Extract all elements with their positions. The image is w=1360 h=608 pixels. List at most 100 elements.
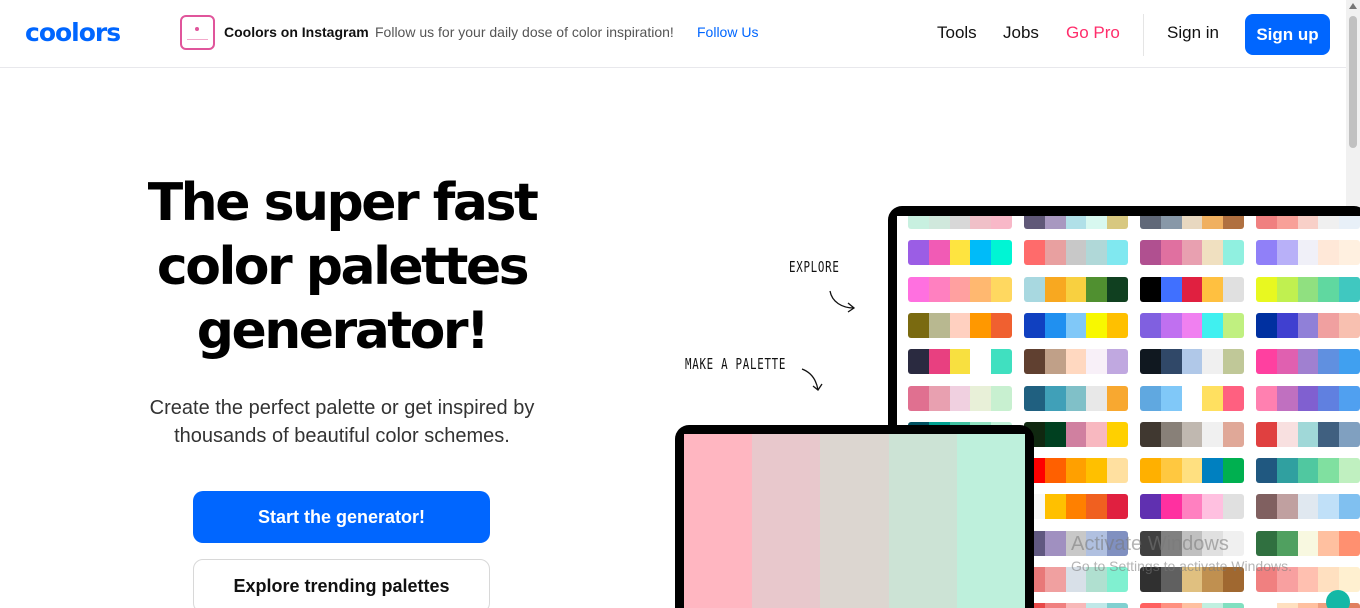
color-swatch: [991, 385, 1012, 411]
color-swatch: [1086, 494, 1108, 520]
color-swatch: [1256, 494, 1277, 520]
color-swatch: [970, 216, 992, 229]
palette-swatch-row: [1140, 494, 1244, 520]
color-swatch: [1140, 494, 1161, 520]
explore-palettes-button[interactable]: Explore trending palettes: [193, 559, 490, 608]
nav-divider: [1143, 14, 1144, 56]
color-swatch: [1318, 458, 1340, 484]
instagram-thumbnail-icon[interactable]: [180, 15, 215, 50]
color-swatch: [1223, 421, 1244, 447]
sign-in-link[interactable]: Sign in: [1167, 23, 1219, 43]
color-swatch: [1086, 603, 1108, 608]
palette-swatch-row: [1140, 385, 1244, 411]
color-swatch: [1339, 240, 1360, 266]
color-swatch: [1044, 421, 1066, 447]
color-swatch: [1297, 530, 1319, 556]
nav-jobs[interactable]: Jobs: [1003, 23, 1039, 43]
color-swatch: [1202, 603, 1224, 608]
color-swatch: [1065, 421, 1087, 447]
palette-swatch-row: [1024, 240, 1128, 266]
color-swatch: [1024, 240, 1045, 266]
color-swatch: [1160, 349, 1182, 375]
color-swatch: [1202, 349, 1224, 375]
palette-swatch-row: [1256, 530, 1360, 556]
color-swatch: [1297, 603, 1319, 608]
color-swatch: [908, 385, 929, 411]
color-swatch: [1044, 530, 1066, 556]
color-swatch: [1044, 494, 1066, 520]
color-swatch: [1065, 385, 1087, 411]
color-swatch: [1181, 458, 1203, 484]
top-navbar: coolors Coolors on Instagram Follow us f…: [0, 0, 1346, 68]
scroll-up-icon[interactable]: [1349, 3, 1357, 9]
color-swatch: [1256, 385, 1277, 411]
scrollbar-thumb[interactable]: [1349, 16, 1357, 148]
color-swatch: [1339, 312, 1360, 338]
color-swatch: [970, 385, 992, 411]
palette-device: [675, 425, 1034, 608]
color-swatch: [1297, 494, 1319, 520]
palette-swatch-row: [1024, 603, 1128, 608]
palette-swatch-row: [1024, 276, 1128, 302]
color-swatch: [991, 312, 1012, 338]
palette-swatch-row: [1140, 603, 1244, 608]
color-swatch: [991, 240, 1012, 266]
color-swatch: [1024, 385, 1045, 411]
color-swatch: [908, 312, 929, 338]
palette-swatch-row: [908, 216, 1012, 229]
color-swatch: [1024, 349, 1045, 375]
explore-arrow-icon: [829, 290, 856, 313]
color-swatch: [1160, 458, 1182, 484]
color-swatch: [949, 276, 971, 302]
color-swatch: [1256, 216, 1277, 229]
sign-up-button[interactable]: Sign up: [1245, 14, 1330, 55]
nav-tools[interactable]: Tools: [937, 23, 977, 43]
color-swatch: [1276, 216, 1298, 229]
color-swatch: [1256, 421, 1277, 447]
color-swatch: [1024, 276, 1045, 302]
color-swatch: [1140, 421, 1161, 447]
color-swatch: [1181, 312, 1203, 338]
color-swatch: [949, 312, 971, 338]
palette-swatch-row: [1256, 421, 1360, 447]
coolors-logo[interactable]: coolors: [25, 18, 121, 47]
color-swatch: [991, 276, 1012, 302]
palette-swatch-row: [1140, 349, 1244, 375]
color-swatch: [1318, 494, 1340, 520]
palette-swatch-row: [1256, 276, 1360, 302]
color-swatch: [1202, 276, 1224, 302]
color-swatch: [1181, 276, 1203, 302]
color-swatch: [1181, 240, 1203, 266]
palette-swatch-row: [1140, 312, 1244, 338]
color-swatch: [1339, 385, 1360, 411]
color-swatch: [1256, 603, 1277, 608]
color-swatch: [1086, 312, 1108, 338]
follow-us-link[interactable]: Follow Us: [697, 24, 758, 40]
color-swatch: [1140, 276, 1161, 302]
palette-swatch-row: [1024, 216, 1128, 229]
color-swatch: [1256, 276, 1277, 302]
color-swatch: [1044, 349, 1066, 375]
nav-go-pro[interactable]: Go Pro: [1066, 23, 1120, 43]
color-swatch: [1086, 385, 1108, 411]
palette-swatch-row: [1024, 349, 1128, 375]
make-palette-annotation: MAKE A PALETTE: [685, 355, 787, 373]
color-swatch: [1318, 349, 1340, 375]
color-swatch: [1297, 421, 1319, 447]
color-swatch: [1181, 385, 1203, 411]
color-swatch: [1065, 276, 1087, 302]
chat-widget-button[interactable]: [1326, 590, 1350, 608]
color-swatch: [1256, 349, 1277, 375]
color-swatch: [1256, 240, 1277, 266]
color-swatch: [1107, 349, 1128, 375]
color-swatch: [949, 349, 971, 375]
color-swatch: [928, 385, 950, 411]
palette-swatch-row: [1256, 240, 1360, 266]
palette-swatch-row: [908, 240, 1012, 266]
color-swatch: [1256, 530, 1277, 556]
color-swatch: [1140, 312, 1161, 338]
color-swatch: [1297, 240, 1319, 266]
instagram-promo-title: Coolors on Instagram: [224, 24, 369, 40]
start-generator-button[interactable]: Start the generator!: [193, 491, 490, 543]
color-swatch: [1065, 312, 1087, 338]
